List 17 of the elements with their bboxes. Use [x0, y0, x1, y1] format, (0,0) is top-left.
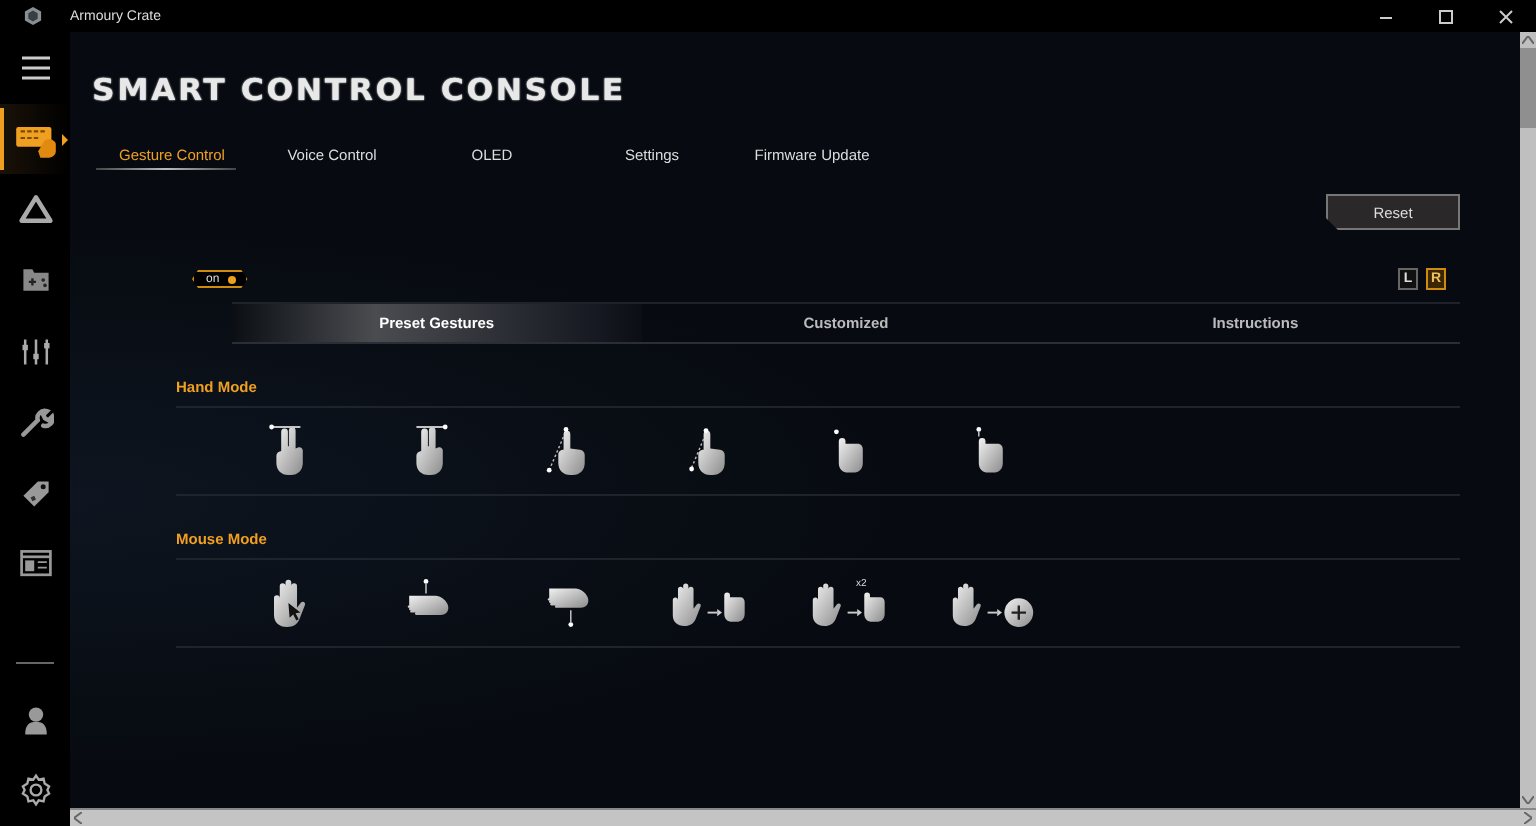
- scroll-up-icon: [1522, 36, 1534, 44]
- scroll-right-icon: [1524, 812, 1532, 824]
- keyboard-hand-button[interactable]: [0, 103, 70, 174]
- app-logo-icon: [24, 6, 42, 26]
- sliders-icon: [17, 333, 53, 370]
- wrench-icon: [17, 404, 53, 441]
- scroll-left-icon: [74, 812, 82, 824]
- menu-icon: [21, 55, 49, 80]
- scroll-down-icon: [1522, 796, 1534, 804]
- triangle-icon: [17, 191, 53, 228]
- settings-icon: [17, 772, 53, 809]
- page-title: SMART CONTROL CONSOLE: [92, 72, 626, 108]
- vertical-scrollbar[interactable]: [1520, 32, 1536, 808]
- scroll-thumb[interactable]: [1520, 48, 1536, 128]
- horizontal-scrollbar[interactable]: [70, 808, 1536, 826]
- close-icon: [1496, 7, 1516, 25]
- maximize-icon: [1436, 7, 1456, 25]
